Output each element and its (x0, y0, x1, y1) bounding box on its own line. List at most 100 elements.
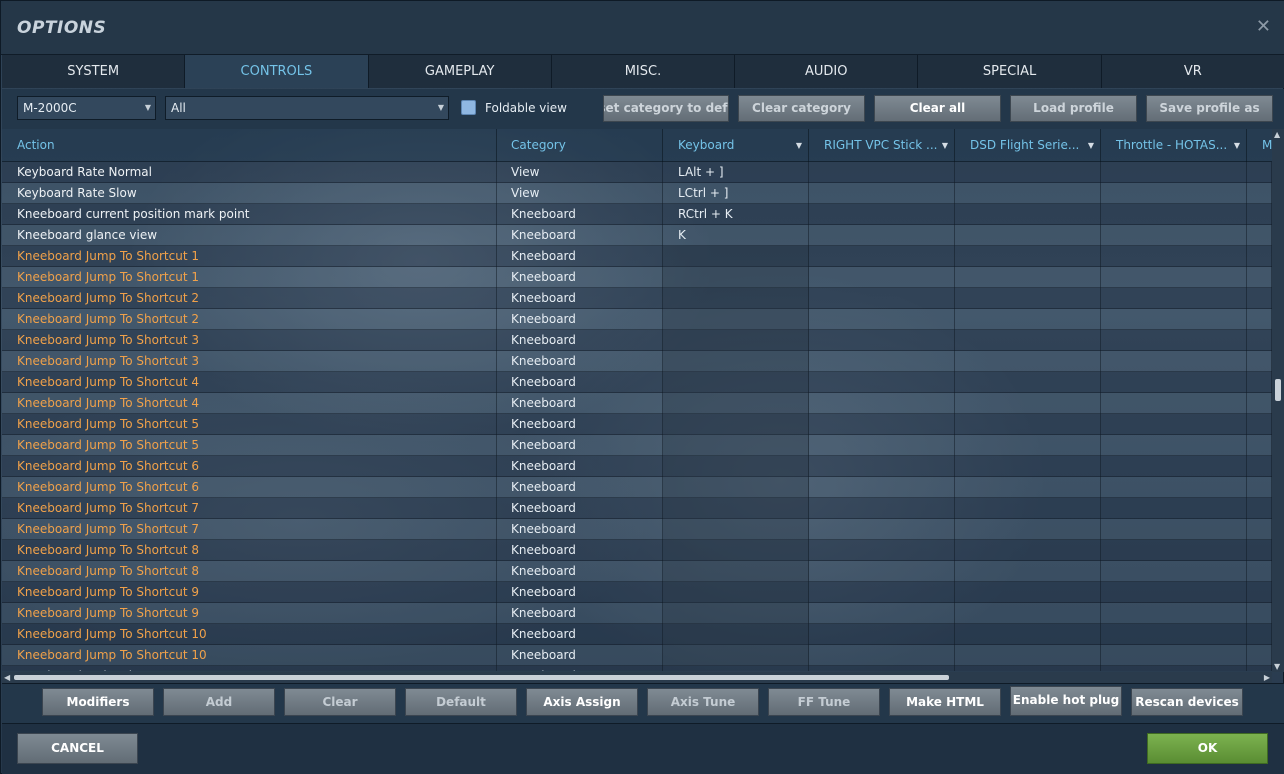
cell-category[interactable]: Kneeboard (497, 393, 663, 414)
horizontal-scroll-thumb[interactable] (14, 675, 949, 680)
cell-device-2[interactable] (955, 183, 1101, 204)
default-button[interactable]: Default (405, 688, 517, 716)
table-row[interactable]: Kneeboard glance view Kneeboard K (2, 225, 1272, 246)
cell-device-4[interactable] (1247, 477, 1272, 498)
cell-category[interactable]: Kneeboard (497, 267, 663, 288)
cell-device-1[interactable] (809, 477, 955, 498)
vertical-scroll-thumb[interactable] (1275, 379, 1281, 401)
cell-device-1[interactable] (809, 288, 955, 309)
cell-device-3[interactable] (1101, 498, 1247, 519)
cell-device-4[interactable] (1247, 330, 1272, 351)
table-row[interactable]: Kneeboard Jump To Shortcut 6 Kneeboard (2, 456, 1272, 477)
cell-category[interactable]: Kneeboard (497, 540, 663, 561)
cell-device-2[interactable] (955, 309, 1101, 330)
cell-keyboard[interactable] (663, 477, 809, 498)
cell-device-1[interactable] (809, 498, 955, 519)
clear-all-button[interactable]: Clear all (874, 95, 1001, 122)
cell-device-2[interactable] (955, 288, 1101, 309)
cell-category[interactable]: Kneeboard (497, 309, 663, 330)
cell-device-3[interactable] (1101, 435, 1247, 456)
table-row[interactable]: Kneeboard Jump To Shortcut 9 Kneeboard (2, 582, 1272, 603)
cell-device-3[interactable] (1101, 393, 1247, 414)
cell-category[interactable]: View (497, 162, 663, 183)
cell-device-4[interactable] (1247, 666, 1272, 671)
table-row[interactable]: Kneeboard current position mark point Kne… (2, 204, 1272, 225)
table-row[interactable]: Kneeboard Jump To Shortcut 1 Kneeboard (2, 267, 1272, 288)
cell-device-4[interactable] (1247, 582, 1272, 603)
table-row[interactable]: Kneeboard Jump To Shortcut 3 Kneeboard (2, 351, 1272, 372)
aircraft-select[interactable]: M-2000C ▼ (17, 96, 156, 120)
cell-action[interactable]: Kneeboard Jump To Shortcut 6 (2, 456, 497, 477)
chevron-down-icon[interactable]: ▼ (1088, 129, 1094, 162)
foldable-view-checkbox[interactable] (461, 100, 476, 115)
cell-device-2[interactable] (955, 162, 1101, 183)
cell-device-4[interactable] (1247, 246, 1272, 267)
close-icon[interactable]: ✕ (1256, 18, 1271, 36)
cell-keyboard[interactable] (663, 330, 809, 351)
arrow-up-icon[interactable]: ▲ (1274, 130, 1280, 139)
cell-device-4[interactable] (1247, 288, 1272, 309)
tab-audio[interactable]: AUDIO (735, 55, 919, 88)
table-row[interactable]: Kneeboard Jump To Shortcut 8 Kneeboard (2, 561, 1272, 582)
cell-category[interactable]: Kneeboard (497, 372, 663, 393)
vertical-scrollbar[interactable]: ▲ ▼ (1272, 129, 1284, 672)
table-row[interactable]: Kneeboard Jump To Shortcut 5 Kneeboard (2, 414, 1272, 435)
cell-category[interactable]: Kneeboard (497, 246, 663, 267)
cell-device-4[interactable] (1247, 309, 1272, 330)
cell-action[interactable]: Kneeboard Jump To Shortcut 8 (2, 561, 497, 582)
cell-device-1[interactable] (809, 246, 955, 267)
cell-category[interactable]: Kneeboard (497, 603, 663, 624)
table-row[interactable]: Kneeboard Jump To Shortcut 7 Kneeboard (2, 498, 1272, 519)
cell-category[interactable]: Kneeboard (497, 435, 663, 456)
cell-device-2[interactable] (955, 624, 1101, 645)
cell-device-3[interactable] (1101, 603, 1247, 624)
cell-device-2[interactable] (955, 372, 1101, 393)
cell-device-2[interactable] (955, 330, 1101, 351)
cell-keyboard[interactable] (663, 351, 809, 372)
table-row[interactable]: Kneeboard Jump To Shortcut 6 Kneeboard (2, 477, 1272, 498)
cell-device-3[interactable] (1101, 267, 1247, 288)
cell-action[interactable]: Kneeboard Jump To Shortcut 6 (2, 477, 497, 498)
cell-device-1[interactable] (809, 309, 955, 330)
make-html-button[interactable]: Make HTML (889, 688, 1001, 716)
cell-device-4[interactable] (1247, 204, 1272, 225)
cell-keyboard[interactable] (663, 456, 809, 477)
cell-device-4[interactable] (1247, 162, 1272, 183)
table-row[interactable]: Kneeboard Jump To Shortcut 4 Kneeboard (2, 393, 1272, 414)
cell-category[interactable]: Kneeboard (497, 582, 663, 603)
reset-category-button[interactable]: Reset category to default (603, 95, 729, 122)
cell-keyboard[interactable]: RCtrl + K (663, 204, 809, 225)
cell-device-1[interactable] (809, 666, 955, 671)
cell-action[interactable]: Kneeboard Jump To Shortcut 1 (2, 267, 497, 288)
cell-device-4[interactable] (1247, 561, 1272, 582)
cell-keyboard[interactable] (663, 246, 809, 267)
table-row[interactable]: Kneeboard Jump To Shortcut 4 Kneeboard (2, 372, 1272, 393)
cell-device-1[interactable] (809, 435, 955, 456)
cell-device-1[interactable] (809, 456, 955, 477)
cell-device-3[interactable] (1101, 414, 1247, 435)
cell-action[interactable]: Keyboard Rate Normal (2, 162, 497, 183)
tab-system[interactable]: SYSTEM (2, 55, 186, 88)
cell-device-1[interactable] (809, 624, 955, 645)
table-row[interactable]: Kneeboard Jump To Shortcut 5 Kneeboard (2, 435, 1272, 456)
cell-keyboard[interactable] (663, 645, 809, 666)
tab-controls[interactable]: CONTROLS (185, 55, 369, 88)
cell-device-1[interactable] (809, 540, 955, 561)
cell-device-2[interactable] (955, 540, 1101, 561)
cancel-button[interactable]: CANCEL (17, 733, 138, 764)
cell-keyboard[interactable]: LCtrl + ] (663, 183, 809, 204)
cell-device-4[interactable] (1247, 498, 1272, 519)
column-header-device-2[interactable]: DSD Flight Serie... ▼ (955, 129, 1101, 162)
cell-keyboard[interactable]: LAlt + ] (663, 162, 809, 183)
cell-device-1[interactable] (809, 582, 955, 603)
cell-device-2[interactable] (955, 414, 1101, 435)
clear-button[interactable]: Clear (284, 688, 396, 716)
cell-device-3[interactable] (1101, 330, 1247, 351)
table-row[interactable]: Kneeboard Jump To Shortcut 7 Kneeboard (2, 519, 1272, 540)
cell-category[interactable]: Kneeboard (497, 351, 663, 372)
cell-action[interactable]: Kneeboard Jump To Shortcut 8 (2, 540, 497, 561)
cell-device-4[interactable] (1247, 624, 1272, 645)
cell-device-2[interactable] (955, 225, 1101, 246)
cell-device-3[interactable] (1101, 225, 1247, 246)
table-row[interactable]: Keyboard Rate Slow View LCtrl + ] (2, 183, 1272, 204)
